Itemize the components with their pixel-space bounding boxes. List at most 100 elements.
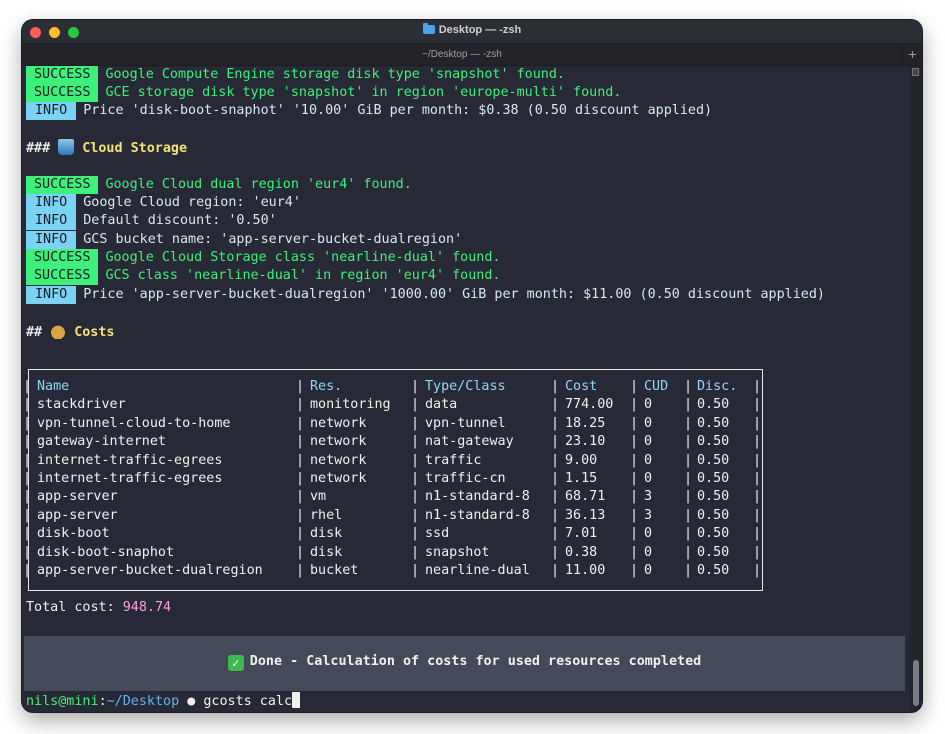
table-separator: |	[551, 563, 560, 578]
table-row: | | | | | | | app-server rhel n1-standard-8 36.13 3…	[23, 507, 762, 525]
table-cell: 0.50	[697, 526, 730, 542]
table-cell: 0.50	[697, 452, 730, 468]
table-cell: disk-boot	[37, 526, 110, 542]
table-separator: |	[684, 452, 693, 468]
success-badge: SUCCESS	[26, 66, 99, 84]
table-separator: |	[630, 397, 639, 413]
log-line: INFO Default discount: '0.50'	[26, 212, 277, 230]
log-line: INFO GCS bucket name: 'app-server-bucket-…	[26, 231, 462, 249]
table-separator: |	[753, 489, 762, 505]
table-row: | | | | | | | internet-traffic-egrees network tra…	[23, 470, 762, 488]
table-separator: |	[296, 434, 305, 450]
table-cell: 0.50	[697, 397, 730, 413]
table-cell: disk	[310, 544, 343, 560]
heading-title: Costs	[74, 325, 115, 340]
tab-bar: ~/Desktop — -zsh +	[22, 44, 922, 66]
table-separator: |	[684, 471, 693, 486]
prompt-command: gcosts calc	[203, 694, 293, 709]
success-badge: SUCCESS	[26, 84, 99, 102]
title-bar: Desktop — -zsh	[22, 20, 922, 44]
done-banner: ✓ Done - Calculation of costs for used re…	[24, 636, 905, 691]
table-separator: |	[296, 415, 305, 431]
table-separator: |	[551, 507, 560, 523]
table-row: | | | | | | | disk-boot disk ssd 7.01 0 0.50	[23, 525, 762, 543]
log-text: GCE storage disk type 'snapshot' in regi…	[105, 85, 622, 100]
table-cell: internet-traffic-egrees	[37, 452, 223, 468]
heading-hash: ###	[26, 141, 51, 156]
table-separator: |	[630, 489, 639, 505]
table-cell: 0	[644, 415, 653, 431]
table-separator: |	[684, 563, 693, 578]
table-cell: 0.50	[697, 544, 730, 560]
table-separator: |	[551, 471, 560, 486]
table-cell: data	[425, 397, 458, 413]
terminal-output[interactable]: SUCCESS Google Compute Engine storage dis…	[22, 66, 909, 712]
table-cell: nearline-dual	[425, 563, 530, 578]
table-cell: 18.25	[565, 415, 606, 431]
table-separator: |	[23, 563, 32, 578]
table-row: | | | | | | | internet-traffic-egrees network tra…	[23, 452, 762, 470]
info-badge: INFO	[26, 212, 77, 230]
wastebasket-icon	[58, 139, 75, 155]
table-cell: 23.10	[565, 434, 606, 450]
table-separator: |	[753, 507, 762, 523]
window-title: Desktop — -zsh	[438, 24, 522, 36]
table-cell: vpn-tunnel	[425, 415, 506, 431]
table-row: | | | | | | | gateway-internet network nat-gatewa…	[23, 433, 762, 451]
table-separator: |	[296, 471, 305, 486]
table-cell: 3	[644, 489, 653, 505]
table-row: | | | | | | | stackdriver monitoring data 774.00 0 0…	[23, 396, 762, 414]
table-cell: app-server	[37, 507, 118, 523]
money-bag-icon	[50, 323, 67, 339]
shell-prompt[interactable]: nils@mini:~/Desktop ● gcosts calc	[26, 692, 301, 710]
table-separator: |	[551, 452, 560, 468]
table-cell: bucket	[310, 563, 359, 578]
table-separator: |	[23, 526, 32, 542]
table-separator: |	[551, 544, 560, 560]
table-cell: vm	[310, 489, 327, 505]
table-separator: |	[23, 471, 32, 486]
table-separator: |	[23, 507, 32, 523]
table-separator: |	[684, 507, 693, 523]
table-separator: |	[753, 415, 762, 431]
table-separator: |	[551, 415, 560, 431]
table-cell: vpn-tunnel-cloud-to-home	[37, 415, 231, 431]
table-cell: disk-boot-snaphot	[37, 544, 175, 560]
log-line: INFO Google Cloud region: 'eur4'	[26, 194, 301, 212]
table-separator: |	[630, 563, 639, 578]
scrollbar[interactable]	[909, 66, 922, 712]
table-separator: |	[411, 563, 420, 578]
table-cell: internet-traffic-egrees	[37, 471, 223, 486]
table-separator: |	[296, 379, 305, 394]
table-separator: |	[551, 489, 560, 505]
table-separator: |	[551, 526, 560, 542]
table-cell: 0	[644, 434, 653, 450]
table-cell: ssd	[425, 526, 450, 542]
table-separator: |	[411, 434, 420, 450]
info-badge: INFO	[26, 231, 77, 249]
log-text: Price 'app-server-bucket-dualregion' '10…	[83, 287, 825, 302]
table-separator: |	[630, 379, 639, 394]
tab-desktop[interactable]: ~/Desktop — -zsh	[22, 44, 902, 66]
table-separator: |	[23, 415, 32, 431]
table-separator: |	[411, 452, 420, 468]
table-separator: |	[296, 397, 305, 413]
info-badge: INFO	[26, 194, 77, 212]
new-tab-button[interactable]: +	[902, 44, 922, 66]
table-cell: 0.50	[697, 415, 730, 431]
table-cell: disk	[310, 526, 343, 542]
scrollbar-thumb[interactable]	[913, 660, 919, 706]
table-cell: network	[310, 434, 367, 450]
heading-title: Cloud Storage	[82, 141, 188, 156]
table-header-cell: Type/Class	[425, 379, 506, 394]
prompt-path: ~/Desktop	[106, 694, 180, 709]
log-text: GCS class 'nearline-dual' in region 'eur…	[105, 268, 501, 283]
table-cell: 0.50	[697, 489, 730, 505]
table-separator: |	[684, 526, 693, 542]
terminal-window: Desktop — -zsh ~/Desktop — -zsh + SUCCES…	[22, 20, 922, 712]
table-cell: traffic-cn	[425, 471, 506, 486]
table-separator: |	[411, 471, 420, 486]
success-badge: SUCCESS	[26, 267, 99, 285]
table-separator: |	[684, 434, 693, 450]
table-header-cell: Name	[37, 379, 70, 394]
